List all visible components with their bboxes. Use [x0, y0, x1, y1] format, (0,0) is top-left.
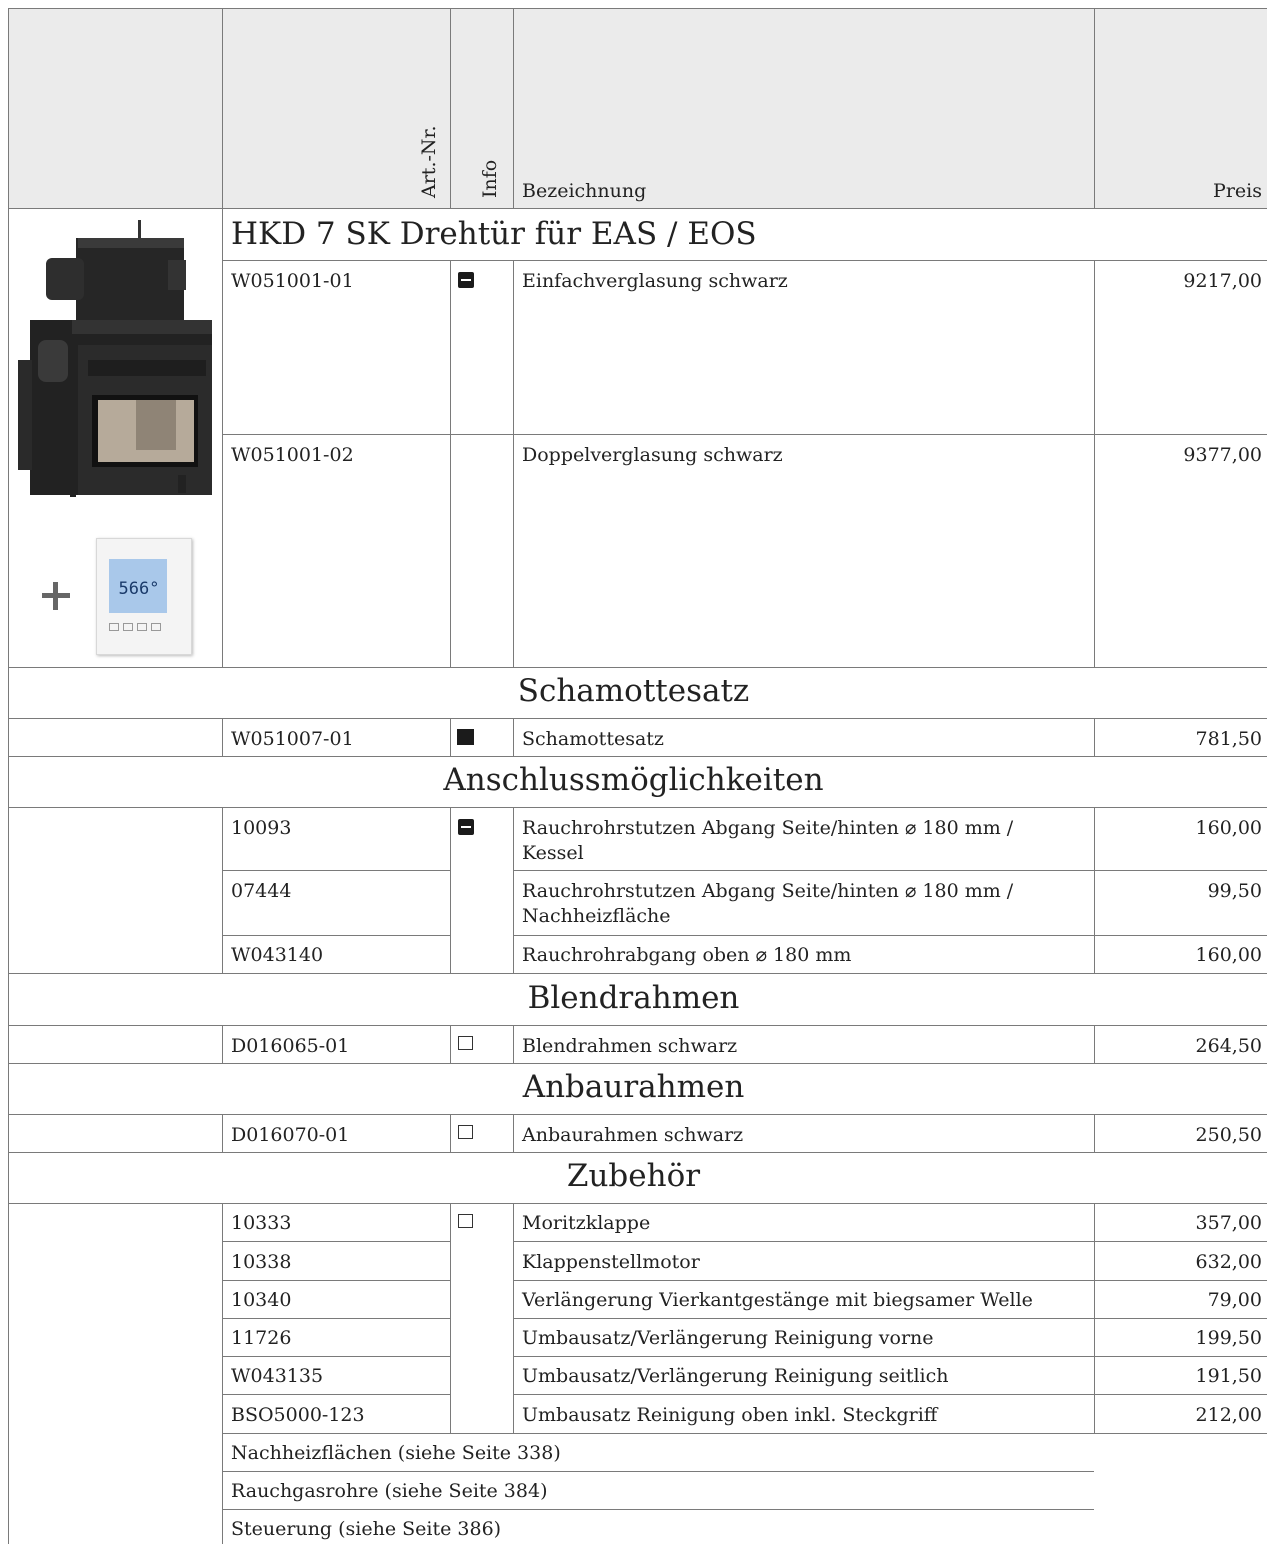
section-zubehoer: Zubehör	[566, 1158, 701, 1194]
zubehoer-row-6-price: 212,00	[1195, 1404, 1262, 1426]
schamotte-price: 781,50	[1195, 728, 1262, 750]
plus-icon	[42, 582, 70, 610]
anschluss-row-3-price: 160,00	[1195, 944, 1262, 966]
zubehoer-row-3-price: 79,00	[1207, 1289, 1262, 1311]
section-blendrahmen: Blendrahmen	[527, 980, 740, 1016]
note-nachheizflaechen: Nachheizflächen (siehe Seite 338)	[231, 1442, 561, 1464]
zubehoer-row-3-desc: Verlängerung Vierkantgestänge mit biegsa…	[522, 1289, 1033, 1311]
thermostat-image: 566°	[96, 538, 192, 655]
zubehoer-row-5-desc: Umbausatz/Verlängerung Reinigung seitlic…	[522, 1365, 949, 1387]
anbau-price: 250,50	[1195, 1124, 1262, 1146]
empty-square-icon	[458, 1125, 473, 1139]
product-row-2-artnr: W051001-02	[231, 444, 354, 466]
anschluss-row-3-desc: Rauchrohrabgang oben ⌀ 180 mm	[522, 944, 852, 966]
product-title: HKD 7 SK Drehtür für EAS / EOS	[231, 216, 757, 252]
zubehoer-row-4-price: 199,50	[1195, 1327, 1262, 1349]
header-artnr: Art.-Nr.	[418, 125, 440, 198]
note-steuerung: Steuerung (siehe Seite 386)	[231, 1518, 502, 1540]
zubehoer-row-1-desc: Moritzklappe	[522, 1212, 651, 1234]
schamotte-desc: Schamottesatz	[522, 728, 664, 750]
product-row-2-price: 9377,00	[1183, 444, 1262, 466]
section-anbaurahmen: Anbaurahmen	[522, 1069, 745, 1105]
section-schamottesatz: Schamottesatz	[517, 673, 750, 709]
fireplace-image	[18, 220, 212, 497]
zubehoer-row-2-artnr: 10338	[231, 1251, 292, 1273]
anschluss-row-1-desc2: Kessel	[522, 842, 584, 864]
zubehoer-row-1-price: 357,00	[1195, 1212, 1262, 1234]
zubehoer-row-5-price: 191,50	[1195, 1365, 1262, 1387]
anschluss-row-1-artnr: 10093	[231, 817, 292, 839]
blend-artnr: D016065-01	[231, 1035, 350, 1057]
section-anschluss: Anschlussmöglichkeiten	[443, 762, 824, 798]
minus-box-icon	[458, 819, 474, 835]
blend-desc: Blendrahmen schwarz	[522, 1035, 738, 1057]
zubehoer-row-6-artnr: BSO5000-123	[231, 1404, 365, 1426]
product-row-1-desc: Einfachverglasung schwarz	[522, 270, 788, 292]
header-info: Info	[479, 159, 501, 198]
note-rauchgasrohre: Rauchgasrohre (siehe Seite 384)	[231, 1480, 548, 1502]
blend-price: 264,50	[1195, 1035, 1262, 1057]
header-preis: Preis	[1213, 180, 1262, 202]
anschluss-row-2-desc1: Rauchrohrstutzen Abgang Seite/hinten ⌀ 1…	[522, 880, 1014, 902]
anschluss-row-3-artnr: W043140	[231, 944, 324, 966]
anschluss-row-2-artnr: 07444	[231, 880, 292, 902]
zubehoer-row-3-artnr: 10340	[231, 1289, 292, 1311]
zubehoer-row-2-price: 632,00	[1195, 1251, 1262, 1273]
product-row-2-desc: Doppelverglasung schwarz	[522, 444, 783, 466]
zubehoer-row-1-artnr: 10333	[231, 1212, 292, 1234]
zubehoer-row-4-artnr: 11726	[231, 1327, 292, 1349]
zubehoer-row-4-desc: Umbausatz/Verlängerung Reinigung vorne	[522, 1327, 934, 1349]
anbau-desc: Anbaurahmen schwarz	[522, 1124, 744, 1146]
anbau-artnr: D016070-01	[231, 1124, 350, 1146]
zubehoer-row-5-artnr: W043135	[231, 1365, 324, 1387]
zubehoer-row-6-desc: Umbausatz Reinigung oben inkl. Steckgrif…	[522, 1404, 938, 1426]
anschluss-row-2-price: 99,50	[1207, 880, 1262, 902]
product-row-1-price: 9217,00	[1183, 270, 1262, 292]
anschluss-row-1-price: 160,00	[1195, 817, 1262, 839]
minus-box-icon	[458, 272, 474, 288]
zubehoer-row-2-desc: Klappenstellmotor	[522, 1251, 700, 1273]
empty-square-icon	[458, 1214, 473, 1228]
product-row-1-artnr: W051001-01	[231, 270, 354, 292]
anschluss-row-2-desc2: Nachheizfläche	[522, 905, 671, 927]
anschluss-row-1-desc1: Rauchrohrstutzen Abgang Seite/hinten ⌀ 1…	[522, 817, 1014, 839]
empty-square-icon	[458, 1036, 473, 1050]
schamotte-artnr: W051007-01	[231, 728, 354, 750]
thermostat-display: 566°	[118, 579, 160, 599]
header-bezeichnung: Bezeichnung	[522, 180, 647, 202]
filled-square-icon	[457, 729, 474, 745]
table-header	[8, 8, 1267, 208]
